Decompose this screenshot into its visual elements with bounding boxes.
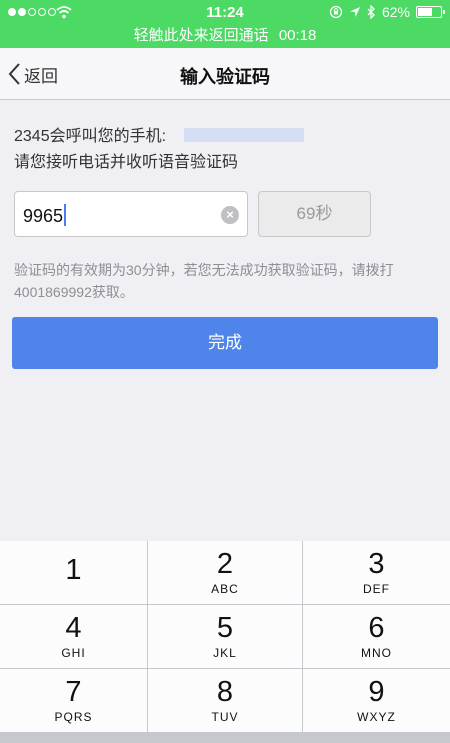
- key-8-number: 8: [216, 676, 234, 708]
- key-2[interactable]: 2 ABC: [148, 541, 302, 604]
- key-6-number: 6: [368, 612, 385, 644]
- key-5-number: 5: [216, 612, 234, 644]
- navigation-bar: 返回 输入验证码: [0, 48, 450, 100]
- text-caret: [64, 204, 67, 226]
- call-duration: 00:18: [278, 27, 317, 44]
- location-arrow-icon: [349, 7, 360, 17]
- done-button[interactable]: 完成: [12, 317, 438, 369]
- call-banner-text: 轻触此处来返回通话: [133, 27, 269, 44]
- code-value-wrap: 9965: [23, 204, 67, 227]
- masked-phone-number: [184, 128, 305, 142]
- key-7-letters: PQRS: [54, 710, 93, 724]
- key-6-letters: MNO: [361, 646, 392, 660]
- key-2-letters: ABC: [211, 582, 239, 596]
- code-value: 9965: [23, 206, 64, 226]
- key-5[interactable]: 5 JKL: [148, 605, 302, 668]
- key-5-letters: JKL: [213, 646, 237, 660]
- key-9[interactable]: 9 WXYZ: [303, 669, 450, 732]
- status-bar[interactable]: 11:24 62% 轻触此处来返回通话 00:18: [0, 0, 450, 48]
- key-6[interactable]: 6 MNO: [303, 605, 450, 668]
- key-4[interactable]: 4 GHI: [0, 605, 147, 668]
- return-to-call-banner[interactable]: 轻触此处来返回通话 00:18: [0, 24, 450, 48]
- info-line-1-text: 2345会呼叫您的手机:: [14, 128, 167, 145]
- status-right: 62%: [329, 4, 445, 20]
- info-line-2: 请您接听电话并收听语音验证码: [14, 154, 239, 171]
- status-row: 11:24 62%: [0, 0, 450, 24]
- key-7-number: 7: [65, 676, 82, 708]
- bluetooth-icon: [367, 5, 375, 19]
- numeric-keypad: 1 2 ABC 3 DEF 4 GHI 5 JKL 6 MNO 7 PQRS 8…: [0, 541, 450, 743]
- resend-countdown-button[interactable]: 69秒: [258, 191, 371, 237]
- key-9-number: 9: [368, 676, 385, 708]
- verification-code-input[interactable]: 9965 ×: [14, 191, 248, 237]
- key-7[interactable]: 7 PQRS: [0, 669, 147, 732]
- key-3[interactable]: 3 DEF: [303, 541, 450, 604]
- key-8[interactable]: 8 TUV: [148, 669, 302, 732]
- key-3-letters: DEF: [363, 582, 390, 596]
- clear-icon[interactable]: ×: [221, 206, 239, 224]
- key-1[interactable]: 1: [0, 541, 147, 604]
- battery-percent: 62%: [381, 4, 410, 20]
- key-9-letters: WXYZ: [357, 710, 396, 724]
- call-info: 2345会呼叫您的手机: 请您接听电话并收听语音验证码: [14, 124, 305, 176]
- validity-hint: 验证码的有效期为30分钟，若您无法成功获取验证码，请拨打4001869992获取…: [14, 262, 394, 300]
- key-4-letters: GHI: [61, 646, 86, 660]
- key-1-number: 1: [65, 554, 82, 586]
- battery-fill: [418, 8, 432, 16]
- key-3-number: 3: [368, 548, 385, 580]
- key-4-number: 4: [65, 612, 82, 644]
- key-8-letters: TUV: [211, 710, 239, 724]
- page-title: 输入验证码: [180, 67, 270, 87]
- info-line-1: 2345会呼叫您的手机:: [14, 124, 305, 150]
- lock-rotation-icon: [329, 5, 343, 19]
- key-2-number: 2: [216, 548, 234, 580]
- battery-icon: [416, 6, 445, 18]
